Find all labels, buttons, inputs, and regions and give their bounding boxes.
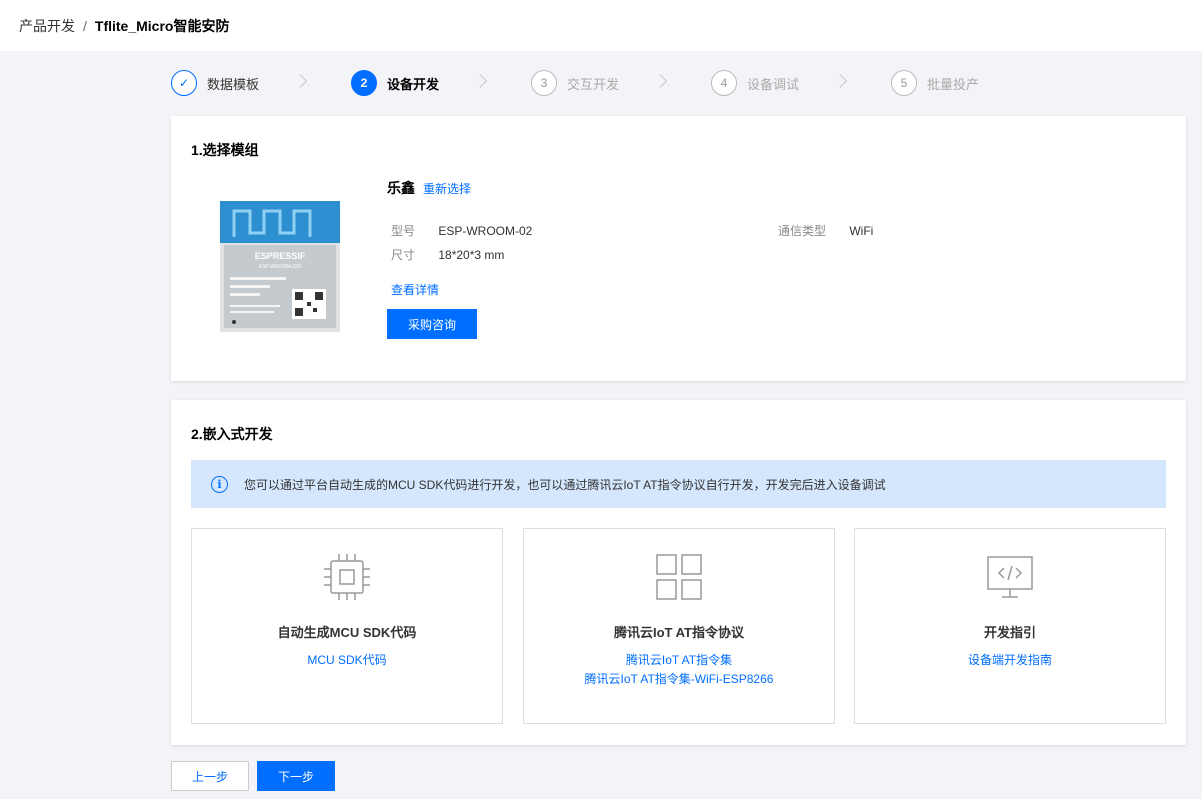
next-step-button[interactable]: 下一步 bbox=[257, 761, 335, 791]
spec-comm-row: 通信类型 WiFi bbox=[778, 222, 873, 239]
option-mcu-sdk-title: 自动生成MCU SDK代码 bbox=[277, 625, 417, 640]
step-progress: ✓ 数据模板 2 设备开发 3 交互开发 4 设备调试 5 批量投产 bbox=[171, 69, 1171, 97]
step-3: 3 交互开发 bbox=[531, 69, 619, 97]
step-5-label: 批量投产 bbox=[927, 76, 980, 92]
embedded-dev-title: 2.嵌入式开发 bbox=[191, 426, 273, 442]
notice-text: 您可以通过平台自动生成的MCU SDK代码进行开发，也可以通过腾讯云IoT AT… bbox=[244, 477, 886, 492]
step-5: 5 批量投产 bbox=[891, 69, 979, 97]
option-at-protocol-title: 腾讯云IoT AT指令协议 bbox=[614, 625, 744, 640]
breadcrumb-parent[interactable]: 产品开发 bbox=[19, 16, 75, 36]
comm-key: 通信类型 bbox=[778, 224, 827, 238]
step-4-label: 设备调试 bbox=[747, 76, 800, 92]
chip-brand-text: ESPRESSIF bbox=[255, 251, 306, 261]
module-image: ESPRESSIF ESP-WROOM-02D bbox=[220, 201, 340, 332]
option-dev-guide-title: 开发指引 bbox=[983, 625, 1036, 640]
reselect-link[interactable]: 重新选择 bbox=[423, 180, 471, 197]
top-bar: 产品开发 / Tflite_Micro智能安防 bbox=[0, 0, 1202, 51]
step-2-number: 2 bbox=[351, 70, 377, 96]
breadcrumb-current: Tflite_Micro智能安防 bbox=[94, 17, 230, 34]
step-1-label: 数据模板 bbox=[207, 76, 260, 92]
chevron-right-icon bbox=[472, 73, 488, 89]
step-1: ✓ 数据模板 bbox=[171, 69, 259, 97]
step-3-number: 3 bbox=[531, 70, 557, 96]
info-icon: i bbox=[211, 475, 228, 493]
option-at-protocol: 腾讯云IoT AT指令协议 腾讯云IoT AT指令集 腾讯云IoT AT指令集-… bbox=[523, 528, 835, 724]
model-key: 型号 bbox=[391, 224, 416, 238]
spec-model-row: 型号 ESP-WROOM-02 bbox=[391, 222, 532, 239]
step-2: 2 设备开发 bbox=[351, 69, 439, 97]
monitor-code-icon bbox=[987, 556, 1033, 598]
step-5-number: 5 bbox=[891, 70, 917, 96]
comm-value: WiFi bbox=[849, 224, 874, 238]
select-module-card: 1.选择模组 ESPRESSIF ESP-WROOM-02D 乐鑫 重新选择 型… bbox=[171, 116, 1186, 381]
chip-model-text: ESP-WROOM-02D bbox=[259, 264, 302, 270]
option-dev-guide: 开发指引 设备端开发指南 bbox=[854, 528, 1166, 724]
purchase-inquiry-button[interactable]: 采购咨询 bbox=[387, 309, 477, 339]
module-info: 乐鑫 重新选择 bbox=[387, 178, 471, 198]
breadcrumb-separator: / bbox=[83, 17, 87, 34]
previous-step-button[interactable]: 上一步 bbox=[171, 761, 249, 791]
step-3-label: 交互开发 bbox=[567, 76, 620, 92]
step-4: 4 设备调试 bbox=[711, 69, 799, 97]
at-command-set-esp8266-link[interactable]: 腾讯云IoT AT指令集-WiFi-ESP8266 bbox=[524, 670, 834, 687]
chevron-right-icon bbox=[832, 73, 848, 89]
chevron-right-icon bbox=[652, 73, 668, 89]
view-details-link[interactable]: 查看详情 bbox=[391, 281, 439, 298]
mcu-sdk-code-link[interactable]: MCU SDK代码 bbox=[192, 651, 502, 668]
size-key: 尺寸 bbox=[391, 248, 416, 262]
info-notice: i 您可以通过平台自动生成的MCU SDK代码进行开发，也可以通过腾讯云IoT … bbox=[191, 460, 1166, 508]
step-2-label: 设备开发 bbox=[387, 76, 440, 92]
spec-size-row: 尺寸 18*20*3 mm bbox=[391, 246, 504, 263]
chip-icon bbox=[324, 554, 370, 600]
model-value: ESP-WROOM-02 bbox=[438, 224, 533, 238]
check-icon: ✓ bbox=[171, 70, 197, 96]
embedded-dev-card: 2.嵌入式开发 i 您可以通过平台自动生成的MCU SDK代码进行开发，也可以通… bbox=[171, 400, 1186, 745]
step-4-number: 4 bbox=[711, 70, 737, 96]
chevron-right-icon bbox=[292, 73, 308, 89]
device-dev-guide-link[interactable]: 设备端开发指南 bbox=[855, 651, 1165, 668]
option-mcu-sdk: 自动生成MCU SDK代码 MCU SDK代码 bbox=[191, 528, 503, 724]
size-value: 18*20*3 mm bbox=[438, 248, 505, 262]
module-brand: 乐鑫 bbox=[387, 180, 415, 196]
at-command-set-link[interactable]: 腾讯云IoT AT指令集 bbox=[524, 651, 834, 668]
select-module-title: 1.选择模组 bbox=[191, 142, 259, 158]
grid-icon bbox=[656, 554, 702, 600]
